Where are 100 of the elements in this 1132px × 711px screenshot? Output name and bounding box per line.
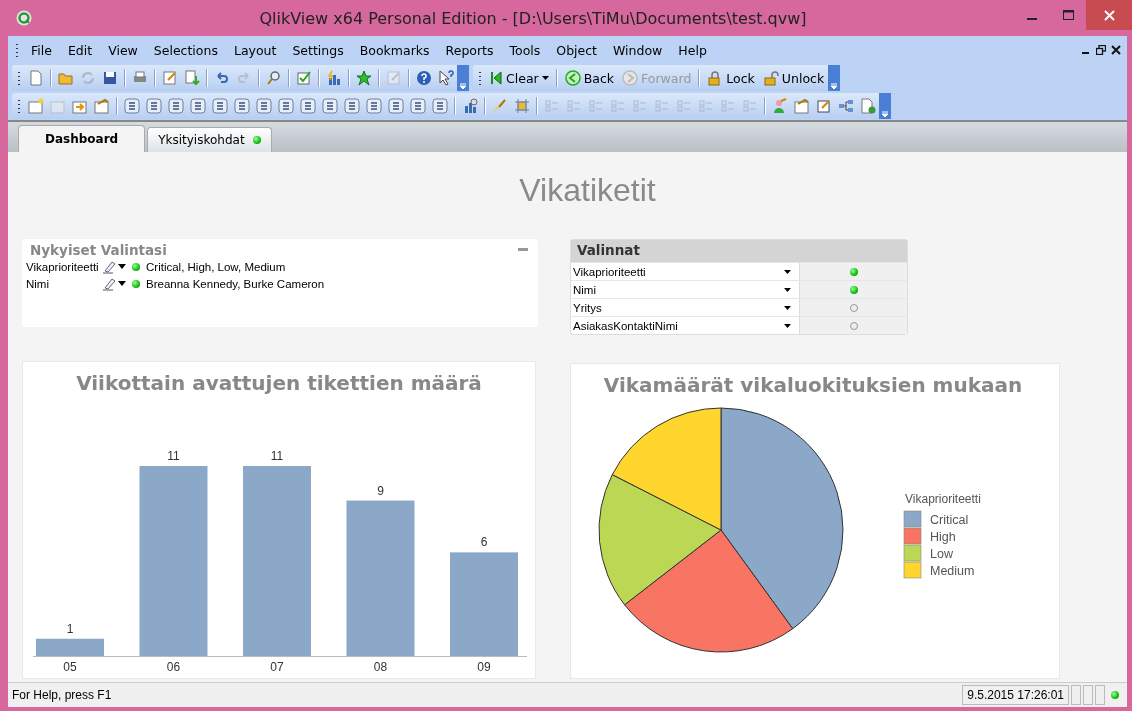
selected-values: Critical, High, Low, Medium — [146, 260, 286, 273]
status-panel — [1083, 685, 1093, 705]
data-label: 9 — [377, 483, 384, 498]
dropdown-caret-icon[interactable] — [784, 305, 791, 310]
crosshair-icon[interactable] — [514, 98, 530, 114]
status-dot-icon — [132, 262, 140, 271]
dropdown-caret-icon[interactable] — [784, 323, 791, 328]
eraser-icon[interactable] — [100, 259, 116, 274]
menu-item[interactable]: Settings — [284, 42, 352, 58]
panel-icon[interactable] — [190, 98, 206, 114]
eraser-icon[interactable] — [100, 276, 116, 291]
edit-icon[interactable] — [816, 98, 832, 114]
sheet-properties-icon[interactable] — [794, 98, 810, 114]
axis-label: 07 — [270, 660, 284, 674]
field-name: Nimi — [573, 283, 596, 296]
data-label: 11 — [167, 449, 180, 463]
panel-icon[interactable] — [366, 98, 382, 114]
menu-item[interactable]: Tools — [501, 42, 549, 58]
open-padlock-icon — [762, 70, 779, 86]
legend-label: Critical — [930, 513, 969, 527]
menu-item[interactable]: Window — [605, 42, 671, 58]
close-icon[interactable] — [1111, 45, 1121, 55]
field-name: Vikaprioriteetti — [26, 260, 98, 273]
field-name: AsiakasKontaktiNimi — [573, 319, 678, 332]
menu-item[interactable]: Selections — [145, 42, 226, 58]
lock-button[interactable]: Lock — [703, 66, 759, 90]
sheet-tab[interactable]: Yksityiskohdat — [147, 127, 272, 152]
data-label: 6 — [480, 535, 488, 550]
new-sheet-icon[interactable] — [28, 98, 44, 114]
status-dot-icon — [132, 279, 140, 288]
back-button[interactable]: Back — [560, 66, 619, 90]
selected-values: Breanna Kennedy, Burke Cameron — [146, 277, 325, 290]
menu-item[interactable]: Layout — [225, 42, 285, 58]
export-icon[interactable] — [184, 70, 200, 86]
status-text: For Help, press F1 — [12, 688, 113, 702]
dropdown-caret-icon[interactable] — [784, 287, 791, 292]
sheet-forward-icon[interactable] — [72, 98, 88, 114]
menu-item[interactable]: Help — [670, 42, 715, 58]
undo-icon[interactable] — [214, 70, 230, 86]
toolbar-overflow-icon[interactable] — [457, 65, 469, 91]
search-icon[interactable] — [266, 70, 282, 86]
user-icon[interactable] — [772, 98, 788, 114]
menu-item[interactable]: Bookmarks — [351, 42, 438, 58]
checkbox-icon[interactable] — [296, 70, 312, 86]
help-icon[interactable] — [416, 70, 432, 86]
panel-icon[interactable] — [322, 98, 338, 114]
clear-icon — [490, 71, 503, 85]
menu-item[interactable]: Reports — [437, 42, 502, 58]
panel-icon[interactable] — [410, 98, 426, 114]
panel-icon[interactable] — [146, 98, 162, 114]
sheet-properties-icon[interactable] — [94, 98, 110, 114]
panel-icon[interactable] — [256, 98, 272, 114]
panel-icon[interactable] — [388, 98, 404, 114]
dropdown-caret-icon[interactable] — [784, 269, 791, 274]
field-name: Yritys — [573, 301, 602, 314]
panel-icon[interactable] — [278, 98, 294, 114]
toolbar-overflow-icon[interactable] — [828, 65, 841, 91]
hierarchy-icon[interactable] — [838, 98, 854, 114]
clear-button[interactable]: Clear — [486, 66, 553, 90]
data-label: 11 — [270, 449, 284, 463]
panel-icon[interactable] — [212, 98, 228, 114]
dropdown-caret-icon[interactable] — [118, 281, 126, 286]
status-light-icon — [1111, 691, 1119, 699]
menu-item[interactable]: View — [100, 42, 146, 58]
bar-chart-icon[interactable] — [326, 70, 342, 86]
toolbar-overflow-icon[interactable] — [879, 93, 891, 119]
panel-title: Valinnat — [571, 240, 907, 262]
bar — [36, 638, 104, 656]
edit-icon[interactable] — [162, 70, 178, 86]
panel-icon[interactable] — [234, 98, 250, 114]
panel-icon[interactable] — [432, 98, 448, 114]
axis-label: 06 — [166, 660, 181, 674]
panel-icon[interactable] — [124, 98, 140, 114]
save-icon[interactable] — [102, 70, 118, 86]
caret-icon — [541, 76, 549, 80]
panel-icon[interactable] — [168, 98, 184, 114]
open-folder-icon[interactable] — [58, 70, 74, 86]
unlock-button[interactable]: Unlock — [758, 66, 829, 90]
chart-wizard-icon[interactable] — [462, 98, 478, 114]
new-document-icon[interactable] — [28, 70, 44, 86]
panel-icon[interactable] — [300, 98, 316, 114]
dropdown-caret-icon[interactable] — [118, 264, 126, 269]
menu-item[interactable]: Object — [548, 42, 606, 58]
menu-item[interactable]: Edit — [59, 42, 101, 58]
timestamp: 9.5.2015 17:26:01 — [962, 685, 1069, 705]
chart-title: Vikamäärät vikaluokituksien mukaan — [603, 373, 1023, 397]
panel-icon[interactable] — [344, 98, 360, 114]
data-label: 1 — [66, 621, 74, 636]
close-button[interactable] — [1086, 0, 1132, 30]
star-icon[interactable] — [356, 70, 372, 86]
close-icon — [1103, 9, 1115, 21]
restore-icon[interactable] — [1096, 45, 1106, 55]
web-document-icon[interactable] — [860, 98, 876, 114]
legend-label: Low — [930, 547, 953, 561]
sheet-tab[interactable]: Dashboard — [18, 125, 146, 152]
brush-icon[interactable] — [492, 98, 508, 114]
status-panel — [1095, 685, 1105, 705]
menu-item[interactable]: File — [23, 42, 60, 58]
status-panel — [1071, 685, 1081, 705]
pointer-help-icon[interactable] — [438, 70, 454, 86]
